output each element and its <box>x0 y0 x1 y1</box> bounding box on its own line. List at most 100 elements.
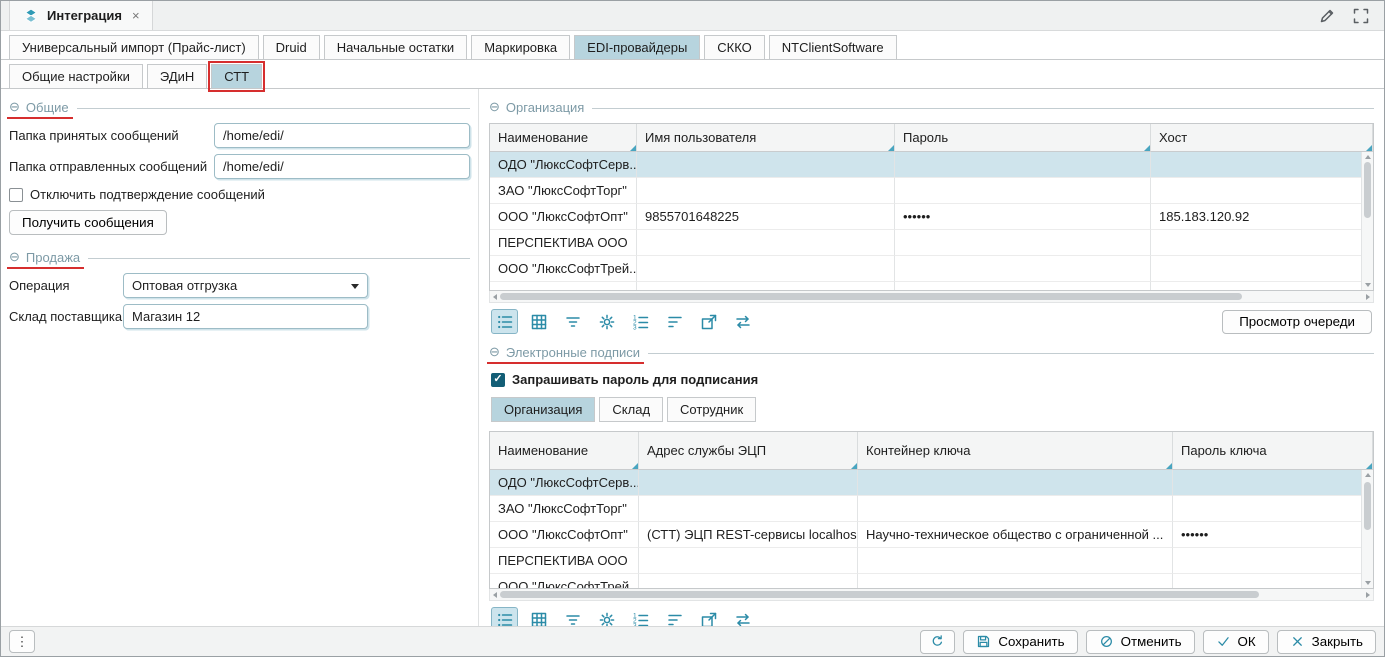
table-row[interactable]: ОДО "ЛюксСофтСерв... <box>490 470 1373 496</box>
table-view-icon <box>530 313 548 331</box>
table-cell: ООО "ЛюксСофтОпт" <box>490 522 639 548</box>
fullscreen-icon <box>1352 7 1370 25</box>
refresh-button[interactable] <box>920 630 955 654</box>
fullscreen-button[interactable] <box>1352 7 1370 25</box>
vertical-scrollbar[interactable] <box>1361 470 1373 588</box>
ok-button[interactable]: ОК <box>1203 630 1269 654</box>
tab-general-settings[interactable]: Общие настройки <box>9 64 143 89</box>
table-cell: 185.183.120.92 <box>1151 204 1373 230</box>
table-row[interactable]: ЗАО "ЛюксСофтТорг" <box>490 178 1373 204</box>
subtab-employee[interactable]: Сотрудник <box>667 397 756 422</box>
scrollbar-thumb[interactable] <box>1364 482 1371 530</box>
sort-descending-button[interactable] <box>661 309 688 334</box>
document-tab-integration[interactable]: Интеграция × <box>9 1 153 30</box>
group-signatures-title[interactable]: ⊖ Электронные подписи <box>489 344 640 360</box>
scrollbar-thumb[interactable] <box>500 293 1242 300</box>
tab-label: Склад <box>612 402 650 417</box>
ask-password-checkbox[interactable]: ✓ <box>491 373 505 387</box>
tab-label: EDI-провайдеры <box>587 40 687 55</box>
supplier-warehouse-input[interactable]: Магазин 12 <box>123 304 368 329</box>
table-row[interactable]: ООО "ЛюксСофтОпт" 9855701648225 •••••• 1… <box>490 204 1373 230</box>
close-button[interactable]: Закрыть <box>1277 630 1376 654</box>
list-view-button[interactable] <box>491 309 518 334</box>
collapse-icon[interactable]: ⊖ <box>9 99 20 115</box>
table-row[interactable]: ООО "ЛюксСофтТрей... <box>490 574 1373 589</box>
vertical-scrollbar[interactable] <box>1361 152 1373 290</box>
numbered-list-button[interactable]: 1 2 3 <box>627 309 654 334</box>
collapse-icon[interactable]: ⊖ <box>9 249 20 265</box>
save-button[interactable]: Сохранить <box>963 630 1077 654</box>
document-tab-close-icon[interactable]: × <box>132 8 140 23</box>
column-header[interactable]: Хост <box>1151 124 1373 152</box>
overflow-menu-button[interactable]: ⋮ <box>9 630 35 653</box>
group-general-title[interactable]: ⊖ Общие <box>9 99 69 115</box>
collapse-icon[interactable]: ⊖ <box>489 99 500 115</box>
edit-button[interactable] <box>1318 7 1336 25</box>
get-messages-button[interactable]: Получить сообщения <box>9 210 167 235</box>
scrollbar-thumb[interactable] <box>500 591 1259 598</box>
scrollbar-thumb[interactable] <box>1364 162 1371 218</box>
group-sales-title[interactable]: ⊖ Продажа <box>9 249 80 265</box>
operation-select[interactable]: Оптовая отгрузка <box>123 273 368 298</box>
view-queue-button[interactable]: Просмотр очереди <box>1222 310 1372 334</box>
column-header[interactable]: Пароль <box>895 124 1151 152</box>
supplier-warehouse-value: Магазин 12 <box>132 309 200 324</box>
table-row[interactable]: ООО "ЛюксСофтТрей... <box>490 256 1373 282</box>
collapse-icon[interactable]: ⊖ <box>489 344 500 360</box>
column-header[interactable]: Контейнер ключа <box>858 432 1173 470</box>
disable-confirmation-checkbox[interactable] <box>9 188 23 202</box>
settings-button[interactable] <box>593 309 620 334</box>
group-rule <box>77 108 470 109</box>
column-header[interactable]: Наименование <box>490 124 637 152</box>
column-header[interactable]: Пароль ключа <box>1173 432 1373 470</box>
table-cell <box>637 230 895 256</box>
transfer-button[interactable] <box>729 309 756 334</box>
table-row[interactable]: ВИТЕТК... <box>490 282 1373 291</box>
tab-universal-import[interactable]: Универсальный импорт (Прайс-лист) <box>9 35 259 60</box>
titlebar-spacer <box>153 1 1318 30</box>
tab-ntclientsoftware[interactable]: NTClientSoftware <box>769 35 897 60</box>
tab-label: СККО <box>717 40 752 55</box>
tab-edin[interactable]: ЭДиН <box>147 64 207 89</box>
tab-skko[interactable]: СККО <box>704 35 765 60</box>
received-folder-row: Папка принятых сообщений /home/edi/ <box>9 123 470 148</box>
tab-druid[interactable]: Druid <box>263 35 320 60</box>
column-header[interactable]: Адрес службы ЭЦП <box>639 432 858 470</box>
table-cell <box>858 548 1173 574</box>
table-row[interactable]: ОДО "ЛюксСофтСерв... <box>490 152 1373 178</box>
table-view-button[interactable] <box>525 309 552 334</box>
column-header[interactable]: Наименование <box>490 432 639 470</box>
sent-folder-value: /home/edi/ <box>223 159 284 174</box>
tab-marking[interactable]: Маркировка <box>471 35 570 60</box>
open-external-button[interactable] <box>695 309 722 334</box>
table-row[interactable]: ЗАО "ЛюксСофтТорг" <box>490 496 1373 522</box>
group-rule <box>592 108 1374 109</box>
tab-stt[interactable]: СТТ <box>211 64 262 89</box>
svg-text:3: 3 <box>633 324 637 331</box>
cancel-button[interactable]: Отменить <box>1086 630 1195 654</box>
column-header[interactable]: Имя пользователя <box>637 124 895 152</box>
table-row[interactable]: ООО "ЛюксСофтОпт" (СТТ) ЭЦП REST-сервисы… <box>490 522 1373 548</box>
table-cell: 9855701648225 <box>637 204 895 230</box>
table-row[interactable]: ПЕРСПЕКТИВА ООО <box>490 548 1373 574</box>
table-cell: •••••• <box>895 204 1151 230</box>
subtab-organization[interactable]: Организация <box>491 397 595 422</box>
provider-tabs: Общие настройки ЭДиН СТТ <box>1 60 1384 89</box>
subtab-warehouse[interactable]: Склад <box>599 397 663 422</box>
group-sales-header: ⊖ Продажа <box>9 249 470 265</box>
table-cell: ВИТЕТК... <box>490 282 637 291</box>
horizontal-scrollbar[interactable] <box>489 291 1374 303</box>
table-cell <box>1173 574 1373 589</box>
group-title-text: Общие <box>26 100 69 115</box>
horizontal-scrollbar[interactable] <box>489 589 1374 601</box>
tab-edi-providers[interactable]: EDI-провайдеры <box>574 35 700 60</box>
tab-opening-balances[interactable]: Начальные остатки <box>324 35 467 60</box>
sent-folder-input[interactable]: /home/edi/ <box>214 154 470 179</box>
list-view-icon <box>496 313 514 331</box>
table-cell <box>637 282 895 291</box>
table-cell <box>1173 548 1373 574</box>
table-row[interactable]: ПЕРСПЕКТИВА ООО <box>490 230 1373 256</box>
filter-button[interactable] <box>559 309 586 334</box>
group-organization-title[interactable]: ⊖ Организация <box>489 99 584 115</box>
received-folder-input[interactable]: /home/edi/ <box>214 123 470 148</box>
